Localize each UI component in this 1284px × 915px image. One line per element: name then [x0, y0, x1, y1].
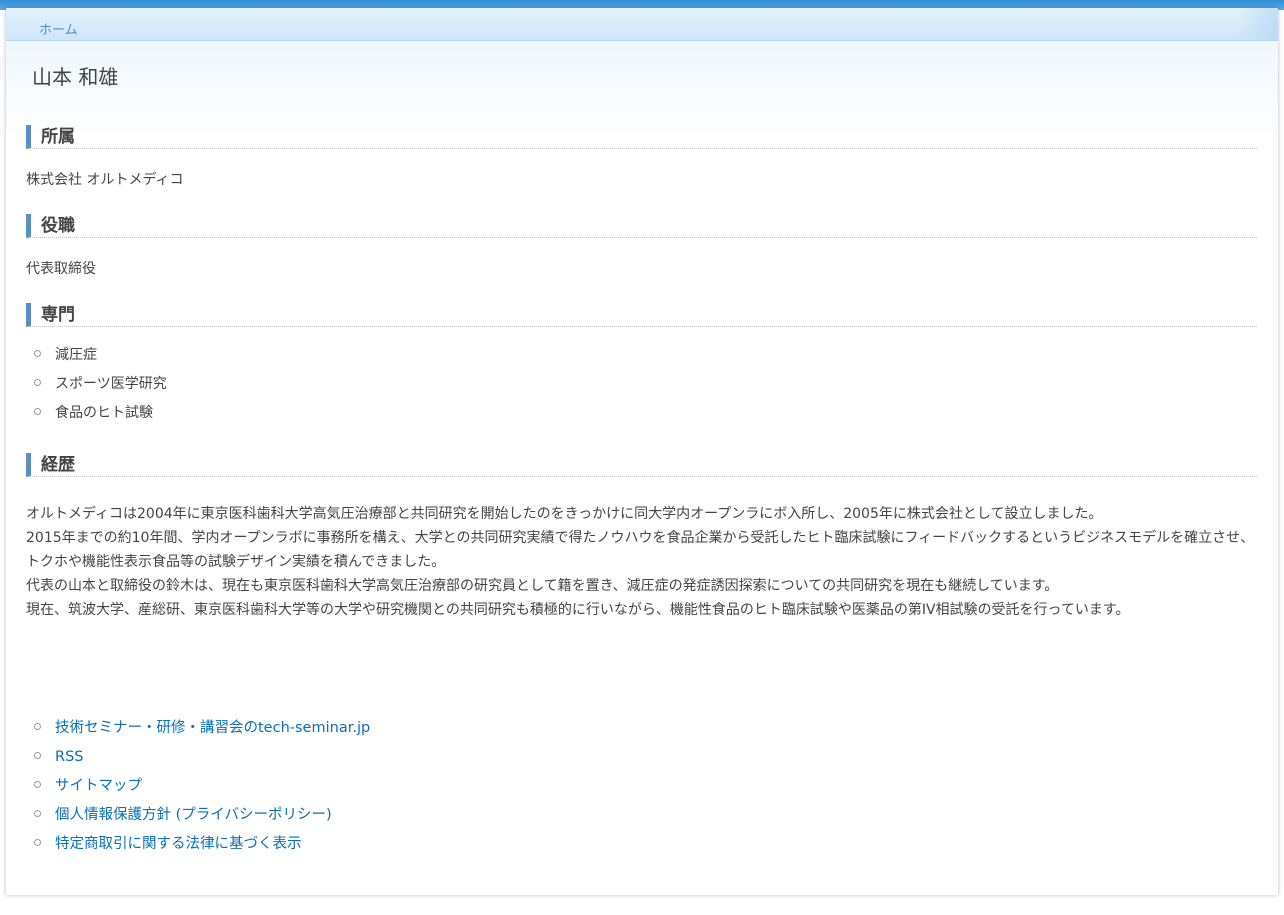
page-container: ホーム 山本 和雄 所属 株式会社 オルトメディコ 役職 代表取締役 専門 減圧…	[6, 8, 1278, 895]
affiliation-text: 株式会社 オルトメディコ	[26, 172, 184, 188]
footer-link-privacy-policy[interactable]: 個人情報保護方針 (プライバシーポリシー)	[55, 807, 332, 823]
bullet-icon	[34, 408, 41, 415]
footer-link-commercial-law[interactable]: 特定商取引に関する法律に基づく表示	[55, 836, 302, 852]
specialty-item: スポーツ医学研究	[55, 376, 167, 392]
bullet-icon	[34, 810, 41, 817]
section-heading-position: 役職	[26, 214, 1257, 238]
footer-link-item: 技術セミナー・研修・講習会のtech-seminar.jp	[26, 714, 370, 743]
page-title: 山本 和雄	[32, 65, 119, 89]
history-paragraph: オルトメディコは2004年に東京医科歯科大学高気圧治療部と共同研究を開始したのを…	[26, 506, 1103, 522]
history-paragraph: 現在、筑波大学、産総研、東京医科歯科大学等の大学や研究機関との共同研究も積極的に…	[26, 602, 1130, 618]
footer-link-item: 個人情報保護方針 (プライバシーポリシー)	[26, 801, 370, 830]
specialty-item: 減圧症	[55, 347, 97, 363]
breadcrumb: ホーム	[6, 8, 1278, 41]
section-heading-affiliation: 所属	[26, 125, 1257, 149]
bullet-icon	[34, 781, 41, 788]
footer-link-tech-seminar[interactable]: 技術セミナー・研修・講習会のtech-seminar.jp	[55, 720, 370, 736]
history-text: オルトメディコは2004年に東京医科歯科大学高気圧治療部と共同研究を開始したのを…	[26, 502, 1262, 622]
section-heading-history: 経歴	[26, 453, 1257, 477]
position-text: 代表取締役	[26, 261, 96, 277]
footer-link-item: RSS	[26, 743, 370, 772]
footer-link-sitemap[interactable]: サイトマップ	[55, 778, 142, 794]
bullet-icon	[34, 723, 41, 730]
bullet-icon	[34, 379, 41, 386]
footer-link-item: 特定商取引に関する法律に基づく表示	[26, 830, 370, 859]
history-paragraph: 2015年までの約10年間、学内オープンラボに事務所を構え、大学との共同研究実績…	[26, 530, 1255, 570]
footer-link-item: サイトマップ	[26, 772, 370, 801]
list-item: スポーツ医学研究	[26, 370, 167, 399]
bullet-icon	[34, 839, 41, 846]
specialty-list: 減圧症 スポーツ医学研究 食品のヒト試験	[26, 341, 167, 428]
breadcrumb-home-link[interactable]: ホーム	[39, 19, 78, 38]
list-item: 食品のヒト試験	[26, 399, 167, 428]
history-paragraph: 代表の山本と取締役の鈴木は、現在も東京医科歯科大学高気圧治療部の研究員として籍を…	[26, 578, 1059, 594]
footer-link-rss[interactable]: RSS	[55, 749, 83, 765]
list-item: 減圧症	[26, 341, 167, 370]
bullet-icon	[34, 350, 41, 357]
footer-links: 技術セミナー・研修・講習会のtech-seminar.jp RSS サイトマップ…	[26, 714, 370, 859]
specialty-item: 食品のヒト試験	[55, 405, 153, 421]
bullet-icon	[34, 752, 41, 759]
section-heading-specialty: 専門	[26, 303, 1257, 327]
